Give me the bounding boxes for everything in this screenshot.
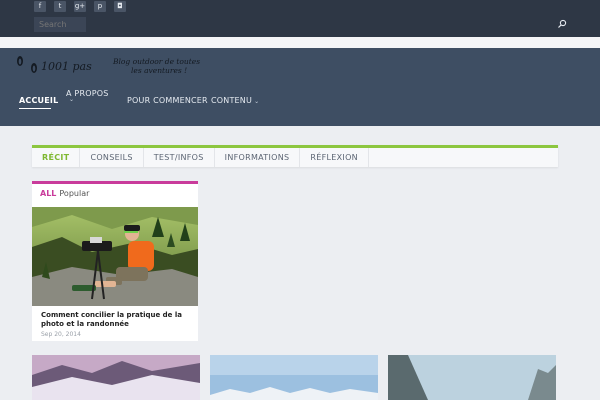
- pinterest-icon[interactable]: p: [94, 1, 106, 12]
- chevron-down-icon: ⌄: [69, 96, 75, 103]
- nav-pour-commencer[interactable]: POUR COMMENCER: [127, 96, 208, 105]
- nav-active-indicator: [19, 108, 51, 109]
- nav-contenu[interactable]: CONTENU ⌄: [211, 96, 259, 105]
- tab-recit[interactable]: RÉCIT: [32, 148, 81, 167]
- header-separator: [0, 37, 600, 48]
- search-icon[interactable]: [557, 19, 567, 29]
- top-bar: f t g+ p ◘: [0, 0, 600, 37]
- nav-accueil[interactable]: ACCUEIL: [19, 96, 58, 105]
- site-header: 1001 pas Blog outdoor de toutes les aven…: [0, 48, 600, 126]
- nav-contenu-label: CONTENU: [211, 96, 253, 105]
- main-nav: ACCUEIL A PROPOS ⌄ POUR COMMENCER CONTEN…: [0, 48, 600, 126]
- card-filter: ALL Popular: [32, 184, 198, 204]
- google-plus-icon[interactable]: g+: [74, 1, 86, 12]
- tab-test-infos[interactable]: TEST/INFOS: [144, 148, 215, 167]
- facebook-icon[interactable]: f: [34, 1, 46, 12]
- tab-reflexion[interactable]: RÉFLEXION: [300, 148, 369, 167]
- filter-all[interactable]: ALL: [40, 189, 56, 198]
- twitter-icon[interactable]: t: [54, 1, 66, 12]
- tab-conseils[interactable]: CONSEILS: [80, 148, 144, 167]
- post-card: ALL Popular Comment concilier la pratiqu…: [32, 181, 198, 341]
- chevron-down-icon: ⌄: [254, 98, 260, 105]
- tab-informations[interactable]: INFORMATIONS: [215, 148, 301, 167]
- post-thumbnail[interactable]: [388, 355, 556, 400]
- filter-popular[interactable]: Popular: [59, 189, 89, 198]
- category-tabs: RÉCIT CONSEILS TEST/INFOS INFORMATIONS R…: [32, 145, 558, 167]
- post-thumbnail[interactable]: [210, 355, 378, 400]
- instagram-icon[interactable]: ◘: [114, 1, 126, 12]
- search-input[interactable]: [34, 17, 86, 32]
- post-photo[interactable]: [32, 207, 198, 306]
- post-date: Sep 20, 2014: [41, 331, 81, 338]
- post-title[interactable]: Comment concilier la pratique de la phot…: [41, 311, 191, 329]
- post-thumbnail[interactable]: [32, 355, 200, 400]
- social-links: f t g+ p ◘: [34, 1, 126, 12]
